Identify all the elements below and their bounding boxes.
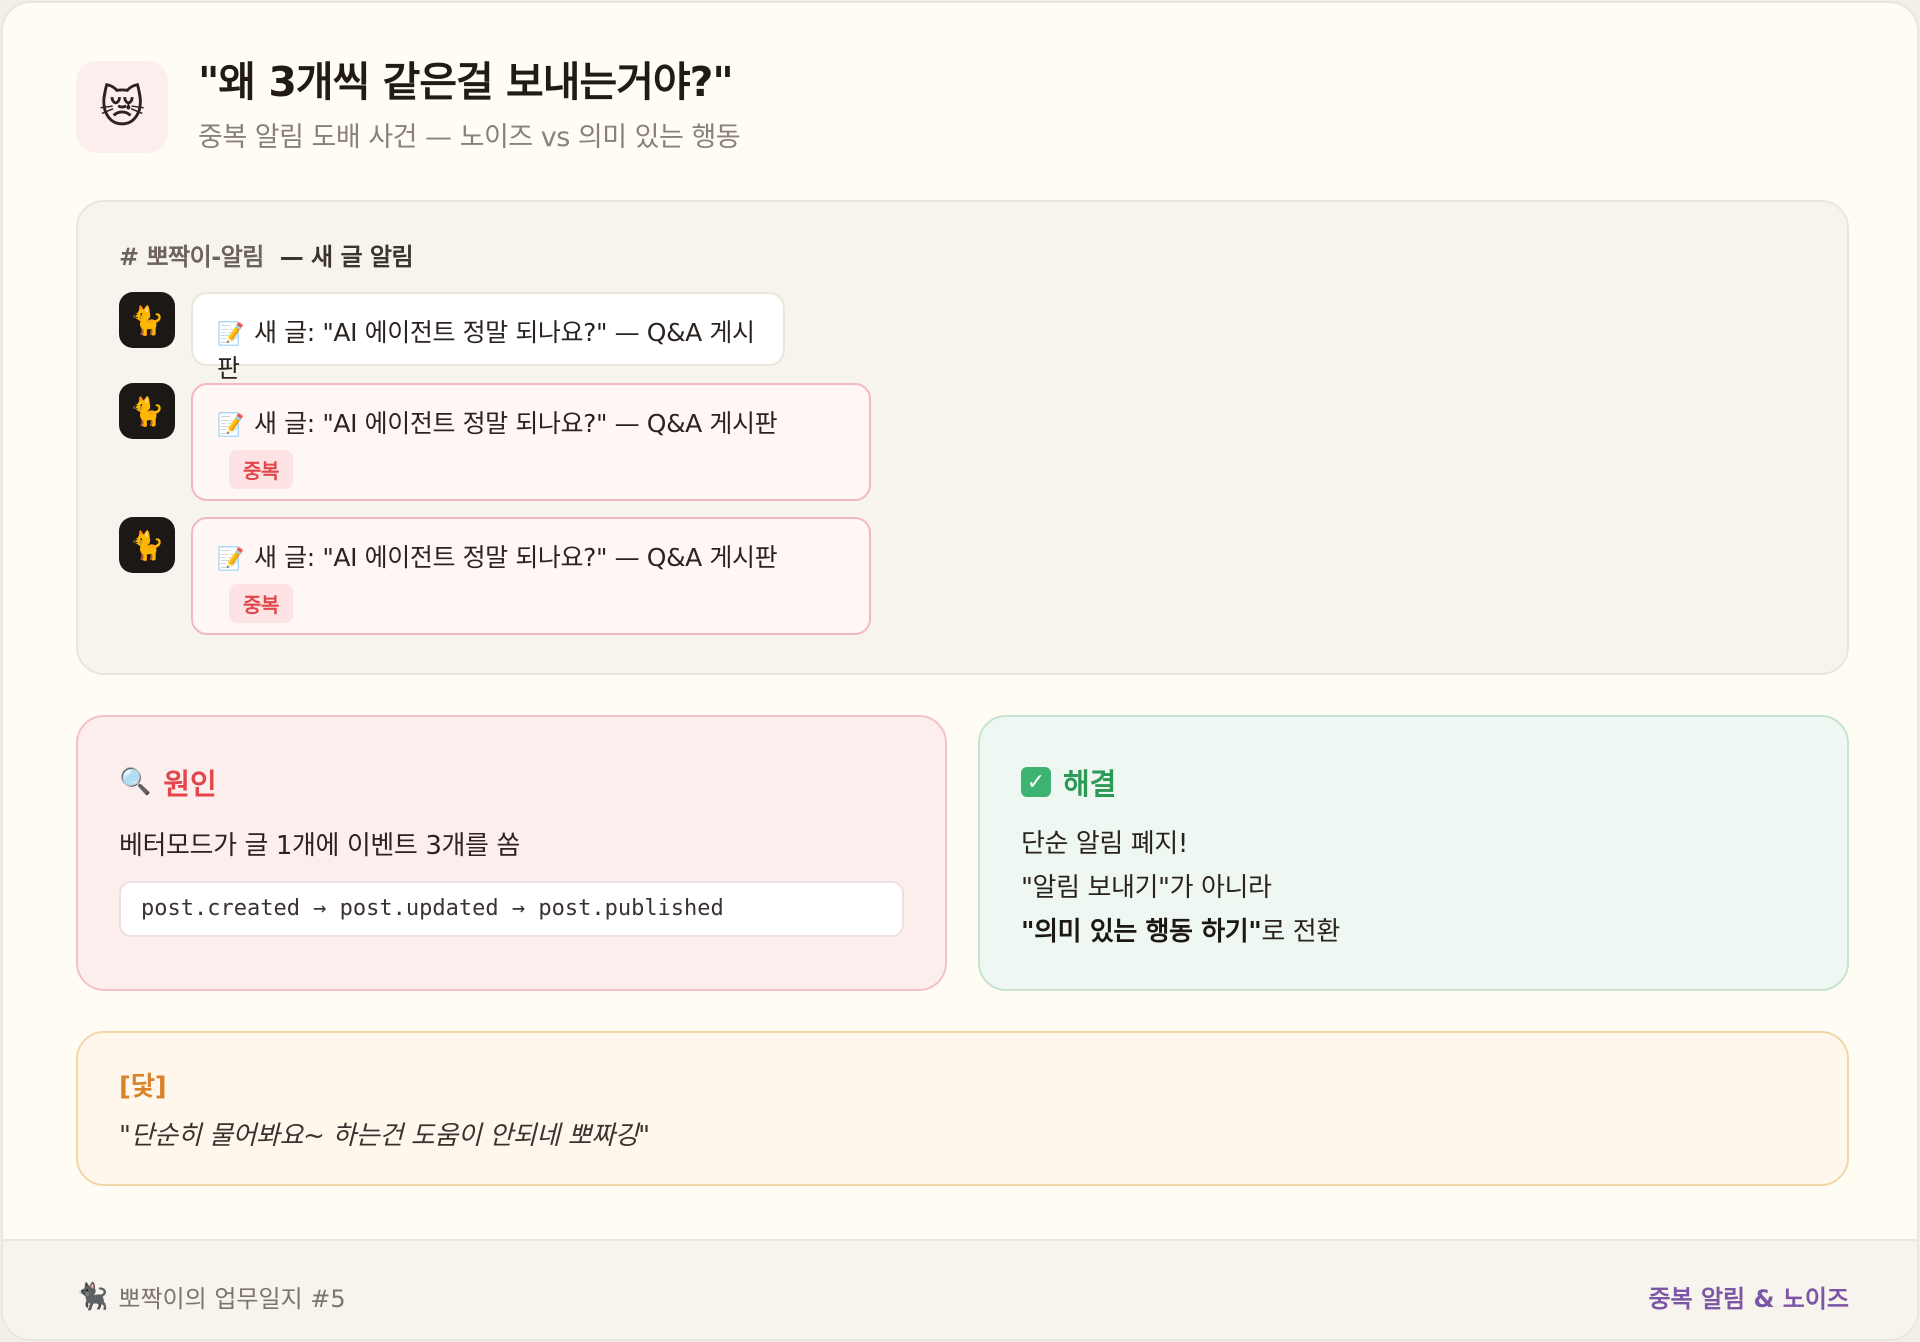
message-2: 🐈 📝 새 글: "AI 에이전트 정말 되나요?" — Q&A 게시판 중복	[119, 383, 871, 501]
journal-card: 😿 "왜 3개씩 같은걸 보내는거야?" 중복 알림 도배 사건 — 노이즈 v…	[1, 1, 1919, 1341]
journal-label: 뽀짝이의 업무일지 #5	[118, 1285, 346, 1313]
black-cat-icon: 🐈	[119, 517, 175, 573]
header-text: "왜 3개씩 같은걸 보내는거야?" 중복 알림 도배 사건 — 노이즈 vs …	[198, 57, 741, 154]
quote-text: "단순히 물어봐요~ 하는건 도움이 안되네 뽀짜깅"	[119, 1121, 650, 1151]
solution-title-text: 해결	[1063, 767, 1117, 801]
cause-title: 🔍 원인	[119, 761, 217, 803]
footer-left: 🐈‍⬛ 뽀짝이의 업무일지 #5	[76, 1279, 346, 1314]
solution-line-3-rest: 로 전환	[1261, 917, 1340, 947]
channel-description: — 새 글 알림	[279, 243, 414, 271]
page-subtitle: 중복 알림 도배 사건 — 노이즈 vs 의미 있는 행동	[198, 122, 741, 154]
solution-line-2: "알림 보내기"가 아니라	[1021, 873, 1272, 903]
solution-line-3: "의미 있는 행동 하기"로 전환	[1021, 910, 1340, 954]
message-bubble-duplicate: 📝 새 글: "AI 에이전트 정말 되나요?" — Q&A 게시판 중복	[191, 517, 871, 635]
solution-box: ✓ 해결 단순 알림 폐지! "알림 보내기"가 아니라 "의미 있는 행동 하…	[978, 715, 1849, 991]
black-cat-icon: 🐈	[119, 383, 175, 439]
solution-description: 단순 알림 폐지! "알림 보내기"가 아니라 "의미 있는 행동 하기"로 전…	[1021, 822, 1340, 954]
cause-title-text: 원인	[163, 767, 217, 801]
magnifier-icon: 🔍	[119, 767, 152, 797]
topic-label: 중복 알림 & 노이즈	[1648, 1285, 1849, 1313]
message-bubble-duplicate: 📝 새 글: "AI 에이전트 정말 되나요?" — Q&A 게시판 중복	[191, 383, 871, 501]
event-code-block: post.created → post.updated → post.publi…	[119, 881, 904, 937]
memo-icon: 📝	[217, 322, 244, 347]
black-cat-icon: 🐈‍⬛	[76, 1281, 109, 1312]
channel-name[interactable]: # 뽀짝이-알림	[119, 243, 264, 271]
message-text: 새 글: "AI 에이전트 정말 되나요?" — Q&A 게시판	[254, 543, 778, 572]
channel-panel: # 뽀짝이-알림 — 새 글 알림 🐈 📝 새 글: "AI 에이전트 정말 되나…	[76, 200, 1849, 675]
cause-description: 베터모드가 글 1개에 이벤트 3개를 쏨	[119, 831, 520, 861]
message-bubble: 📝 새 글: "AI 에이전트 정말 되나요?" — Q&A 게시판	[191, 292, 785, 383]
solution-title: ✓ 해결	[1021, 761, 1116, 803]
solution-line-1: 단순 알림 폐지!	[1021, 829, 1188, 859]
message-3: 🐈 📝 새 글: "AI 에이전트 정말 되나요?" — Q&A 게시판 중복	[119, 517, 871, 635]
quote-box: [닻] "단순히 물어봐요~ 하는건 도움이 안되네 뽀짜깅"	[76, 1031, 1849, 1186]
duplicate-badge: 중복	[229, 450, 293, 489]
message-text: 새 글: "AI 에이전트 정말 되나요?" — Q&A 게시판	[254, 409, 778, 438]
footer: 🐈‍⬛ 뽀짝이의 업무일지 #5 중복 알림 & 노이즈	[3, 1239, 1917, 1339]
black-cat-icon: 🐈	[119, 292, 175, 348]
check-box-icon: ✓	[1021, 767, 1051, 797]
cause-box: 🔍 원인 베터모드가 글 1개에 이벤트 3개를 쏨 post.created …	[76, 715, 947, 991]
duplicate-badge: 중복	[229, 584, 293, 623]
memo-icon: 📝	[217, 547, 244, 572]
message-1: 🐈 📝 새 글: "AI 에이전트 정말 되나요?" — Q&A 게시판	[119, 292, 785, 383]
crying-cat-icon: 😿	[76, 61, 168, 153]
header: 😿 "왜 3개씩 같은걸 보내는거야?" 중복 알림 도배 사건 — 노이즈 v…	[76, 57, 741, 154]
memo-icon: 📝	[217, 413, 244, 438]
channel-header: # 뽀짝이-알림 — 새 글 알림	[119, 237, 414, 272]
solution-line-3-bold: "의미 있는 행동 하기"	[1021, 917, 1262, 947]
page-title: "왜 3개씩 같은걸 보내는거야?"	[198, 57, 734, 106]
quote-tag: [닻]	[119, 1072, 167, 1102]
message-text: 새 글: "AI 에이전트 정말 되나요?" — Q&A 게시판	[217, 318, 755, 383]
